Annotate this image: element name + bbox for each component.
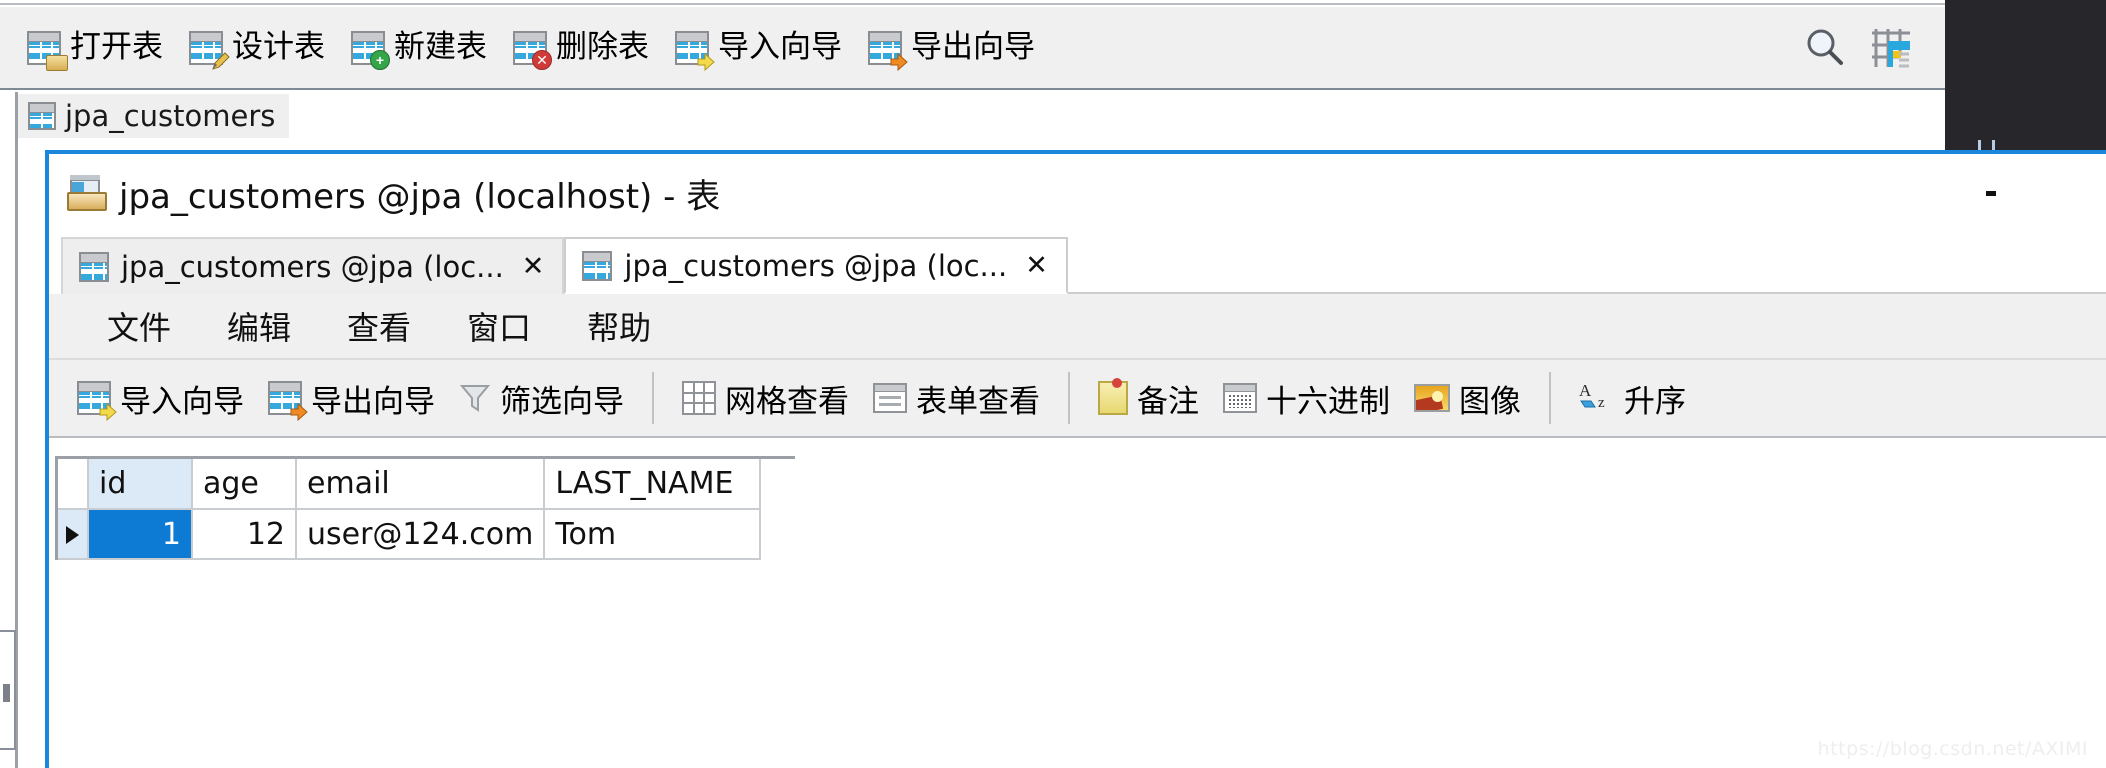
new-table-label: 新建表 <box>394 29 487 65</box>
background-tab-label: jpa_customers <box>65 99 276 133</box>
search-icon[interactable] <box>1803 26 1847 70</box>
memo-button[interactable]: 备注 <box>1086 368 1211 428</box>
table-new-icon: + <box>351 30 390 70</box>
cell-age[interactable]: 12 <box>192 509 297 560</box>
grid-view-icon <box>682 381 716 415</box>
editor-export-wizard-label: 导出向导 <box>311 383 435 420</box>
filter-funnel-icon <box>459 382 491 414</box>
editor-menubar: 文件 编辑 查看 窗口 帮助 <box>49 294 2106 358</box>
watermark: https://blog.csdn.net/AXIMI <box>1817 738 2088 760</box>
editor-import-wizard-button[interactable]: 导入向导 <box>65 368 256 428</box>
import-wizard-label: 导入向导 <box>718 29 842 65</box>
row-current-marker <box>58 509 89 560</box>
table-row[interactable]: 1 12 user@124.com Tom <box>58 509 762 560</box>
cell-id[interactable]: 1 <box>88 509 193 560</box>
editor-tab-1[interactable]: jpa_customers @jpa (loc... ✕ <box>61 237 565 294</box>
table-editor-window: jpa_customers @jpa (localhost) - 表 jpa_c… <box>45 150 2106 768</box>
grid-header-row: id age email LAST_NAME <box>58 459 762 510</box>
column-header-last-name[interactable]: LAST_NAME <box>544 459 762 510</box>
toolbar-right-icons <box>1803 26 1945 70</box>
menu-help[interactable]: 帮助 <box>559 297 679 355</box>
toolbar-separator-3 <box>1549 372 1551 424</box>
form-view-icon <box>873 383 907 413</box>
editor-tabstrip: jpa_customers @jpa (loc... ✕ jpa_custome… <box>49 232 2106 294</box>
screen-root: 打开表 设计表 + 新建表 ✕ 删除表 导入向导 导出向导 jpa_custom… <box>0 0 2106 768</box>
cell-last-name[interactable]: Tom <box>544 509 762 560</box>
data-grid: id age email LAST_NAME 1 12 user@124.com <box>55 456 795 560</box>
panel-splitter-handle[interactable] <box>0 630 16 750</box>
export-wizard-button[interactable]: 导出向导 <box>855 17 1048 79</box>
memo-label: 备注 <box>1137 383 1199 420</box>
table-icon <box>28 102 56 130</box>
cell-email[interactable]: user@124.com <box>296 509 546 560</box>
editor-tab-2[interactable]: jpa_customers @jpa (loc... ✕ <box>564 237 1068 294</box>
minimize-button[interactable] <box>1986 154 2106 232</box>
filter-wizard-label: 筛选向导 <box>500 383 624 420</box>
open-table-label: 打开表 <box>70 29 163 65</box>
editor-tab-1-close-icon[interactable]: ✕ <box>522 251 545 282</box>
design-table-button[interactable]: 设计表 <box>176 17 338 79</box>
form-view-button[interactable]: 表单查看 <box>861 368 1052 428</box>
table-icon <box>79 251 109 282</box>
import-wizard-icon <box>675 30 715 71</box>
splitter-grip-icon <box>3 684 10 702</box>
main-toolbar: 打开表 设计表 + 新建表 ✕ 删除表 导入向导 导出向导 <box>0 7 1945 90</box>
image-icon <box>1414 384 1450 412</box>
editor-window-title: jpa_customers @jpa (localhost) - 表 <box>119 176 721 217</box>
new-table-button[interactable]: + 新建表 <box>338 17 500 79</box>
column-header-id[interactable]: id <box>88 459 193 510</box>
editor-tab-1-label: jpa_customers @jpa (loc... <box>121 249 504 284</box>
menu-view[interactable]: 查看 <box>319 297 439 355</box>
memo-note-icon <box>1098 378 1128 415</box>
grid-view-label: 网格查看 <box>725 383 849 420</box>
window-top-border <box>0 0 1945 5</box>
menu-file[interactable]: 文件 <box>79 297 199 355</box>
sort-ascending-label: 升序 <box>1624 383 1686 420</box>
open-table-button[interactable]: 打开表 <box>14 17 176 79</box>
table-design-icon <box>189 30 230 70</box>
desktop-background-right <box>1945 0 2106 118</box>
export-wizard-icon <box>268 381 308 422</box>
delete-table-label: 删除表 <box>556 29 649 65</box>
editor-tab-2-label: jpa_customers @jpa (loc... <box>624 248 1008 283</box>
toolbar-separator-2 <box>1068 372 1070 424</box>
export-wizard-icon <box>868 30 908 71</box>
filter-wizard-button[interactable]: 筛选向导 <box>447 368 636 428</box>
image-button[interactable]: 图像 <box>1402 368 1533 428</box>
menu-window[interactable]: 窗口 <box>439 297 559 355</box>
editor-titlebar: jpa_customers @jpa (localhost) - 表 <box>49 154 2106 232</box>
background-tab-jpa-customers[interactable]: jpa_customers <box>18 94 290 138</box>
editor-tab-2-close-icon[interactable]: ✕ <box>1025 250 1048 281</box>
editor-export-wizard-button[interactable]: 导出向导 <box>256 368 447 428</box>
import-wizard-button[interactable]: 导入向导 <box>662 17 855 79</box>
hex-icon <box>1223 383 1257 413</box>
hex-button[interactable]: 十六进制 <box>1211 368 1402 428</box>
table-delete-icon: ✕ <box>513 30 552 70</box>
table-drawer-icon <box>67 175 107 211</box>
table-open-icon <box>27 30 68 71</box>
row-gutter-header <box>58 459 89 510</box>
editor-toolbar: 导入向导 导出向导 筛选向导 网格查看 表单查看 备注 十六进制 图像 A z … <box>49 358 2106 438</box>
minimize-icon <box>1986 190 1996 196</box>
column-header-age[interactable]: age <box>192 459 297 510</box>
background-tabstrip: jpa_customers <box>0 92 1945 140</box>
menu-edit[interactable]: 编辑 <box>199 297 319 355</box>
toolbar-separator-1 <box>652 372 654 424</box>
table-icon <box>582 250 613 281</box>
grid-view-button[interactable]: 网格查看 <box>670 368 861 428</box>
grid-view-icon[interactable] <box>1869 26 1913 70</box>
import-wizard-icon <box>77 381 117 422</box>
data-grid-area: id age email LAST_NAME 1 12 user@124.com <box>49 440 2106 768</box>
sort-ascending-button[interactable]: Az 升序 <box>1567 368 1698 428</box>
form-view-label: 表单查看 <box>916 383 1040 420</box>
column-header-email[interactable]: email <box>296 459 546 510</box>
hex-label: 十六进制 <box>1266 383 1390 420</box>
image-label: 图像 <box>1459 383 1521 420</box>
delete-table-button[interactable]: ✕ 删除表 <box>500 17 662 79</box>
editor-import-wizard-label: 导入向导 <box>120 383 244 420</box>
sort-ascending-icon: Az <box>1579 381 1605 411</box>
export-wizard-label: 导出向导 <box>911 29 1035 65</box>
design-table-label: 设计表 <box>232 29 325 65</box>
